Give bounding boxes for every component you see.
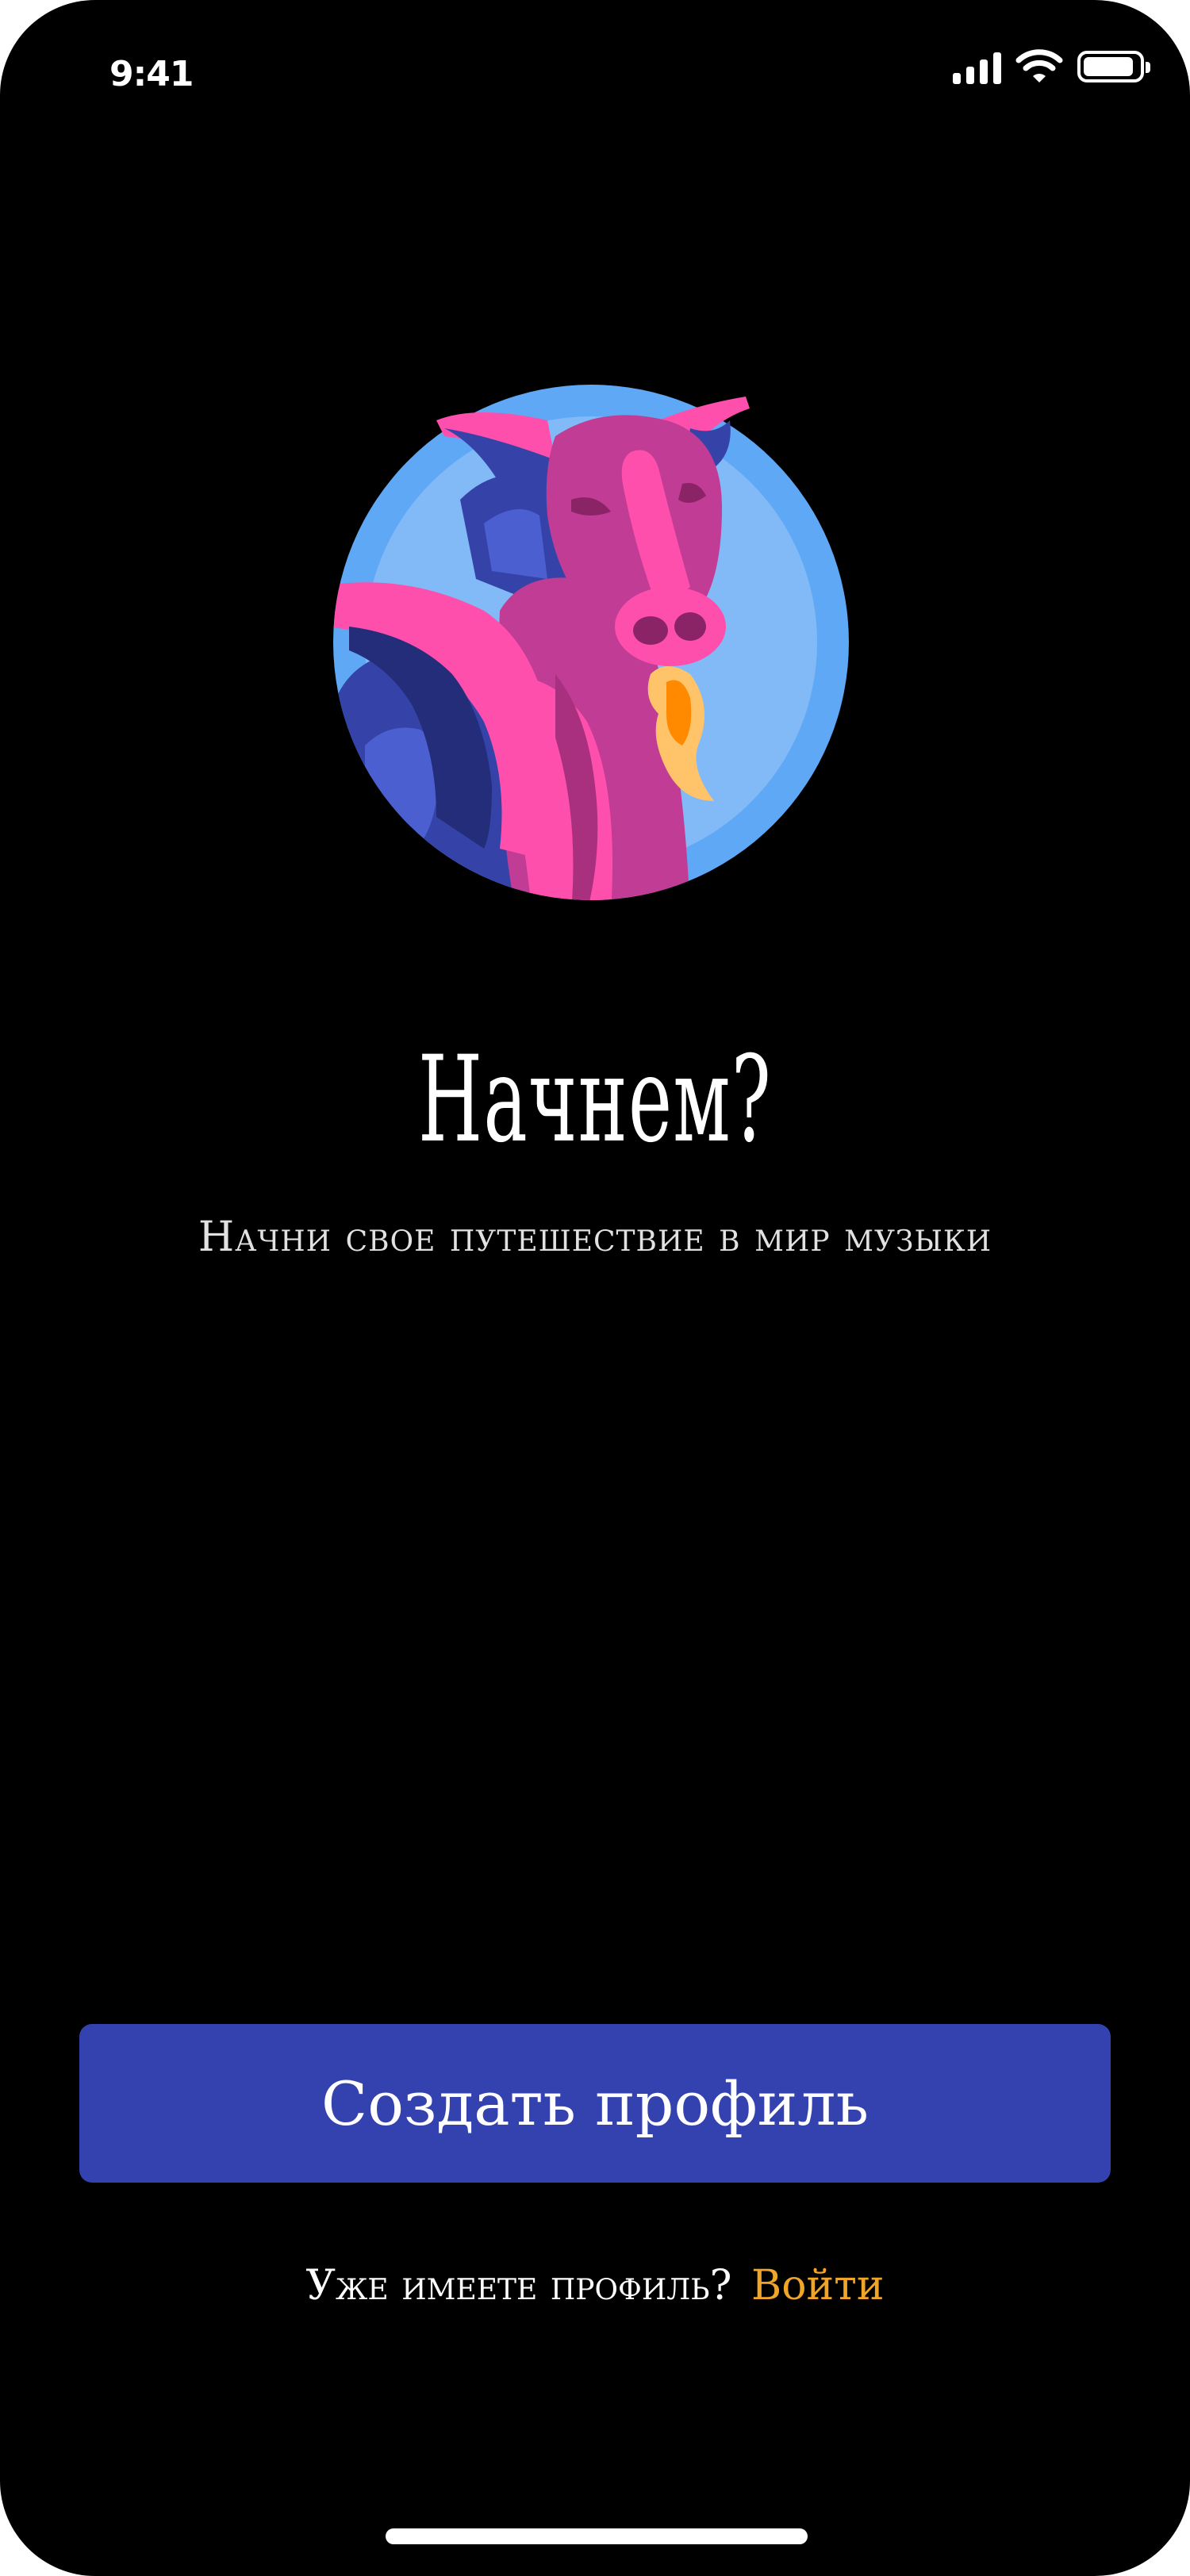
home-indicator (386, 2528, 808, 2544)
status-time: 9:41 (109, 54, 194, 94)
have-profile-text: Уже имеете профиль? (305, 2262, 732, 2310)
status-icons (953, 49, 1150, 84)
dragon-illustration (333, 385, 849, 900)
signal-icon (953, 49, 1001, 84)
page-subtitle: Начни свое путешествие в мир музыки (198, 1213, 992, 1261)
login-link[interactable]: Войти (751, 2262, 885, 2310)
wifi-icon (1015, 49, 1063, 82)
login-row: Уже имеете профиль? Войти (0, 2262, 1190, 2310)
battery-icon (1077, 51, 1150, 82)
status-bar: 9:41 (0, 0, 1190, 151)
page-title: Начнем? (418, 1031, 772, 1169)
create-profile-button[interactable]: Создать профиль (79, 2024, 1111, 2183)
app-screen: 9:41 Начнем? Начни свое путешествие в ми… (0, 0, 1190, 2576)
